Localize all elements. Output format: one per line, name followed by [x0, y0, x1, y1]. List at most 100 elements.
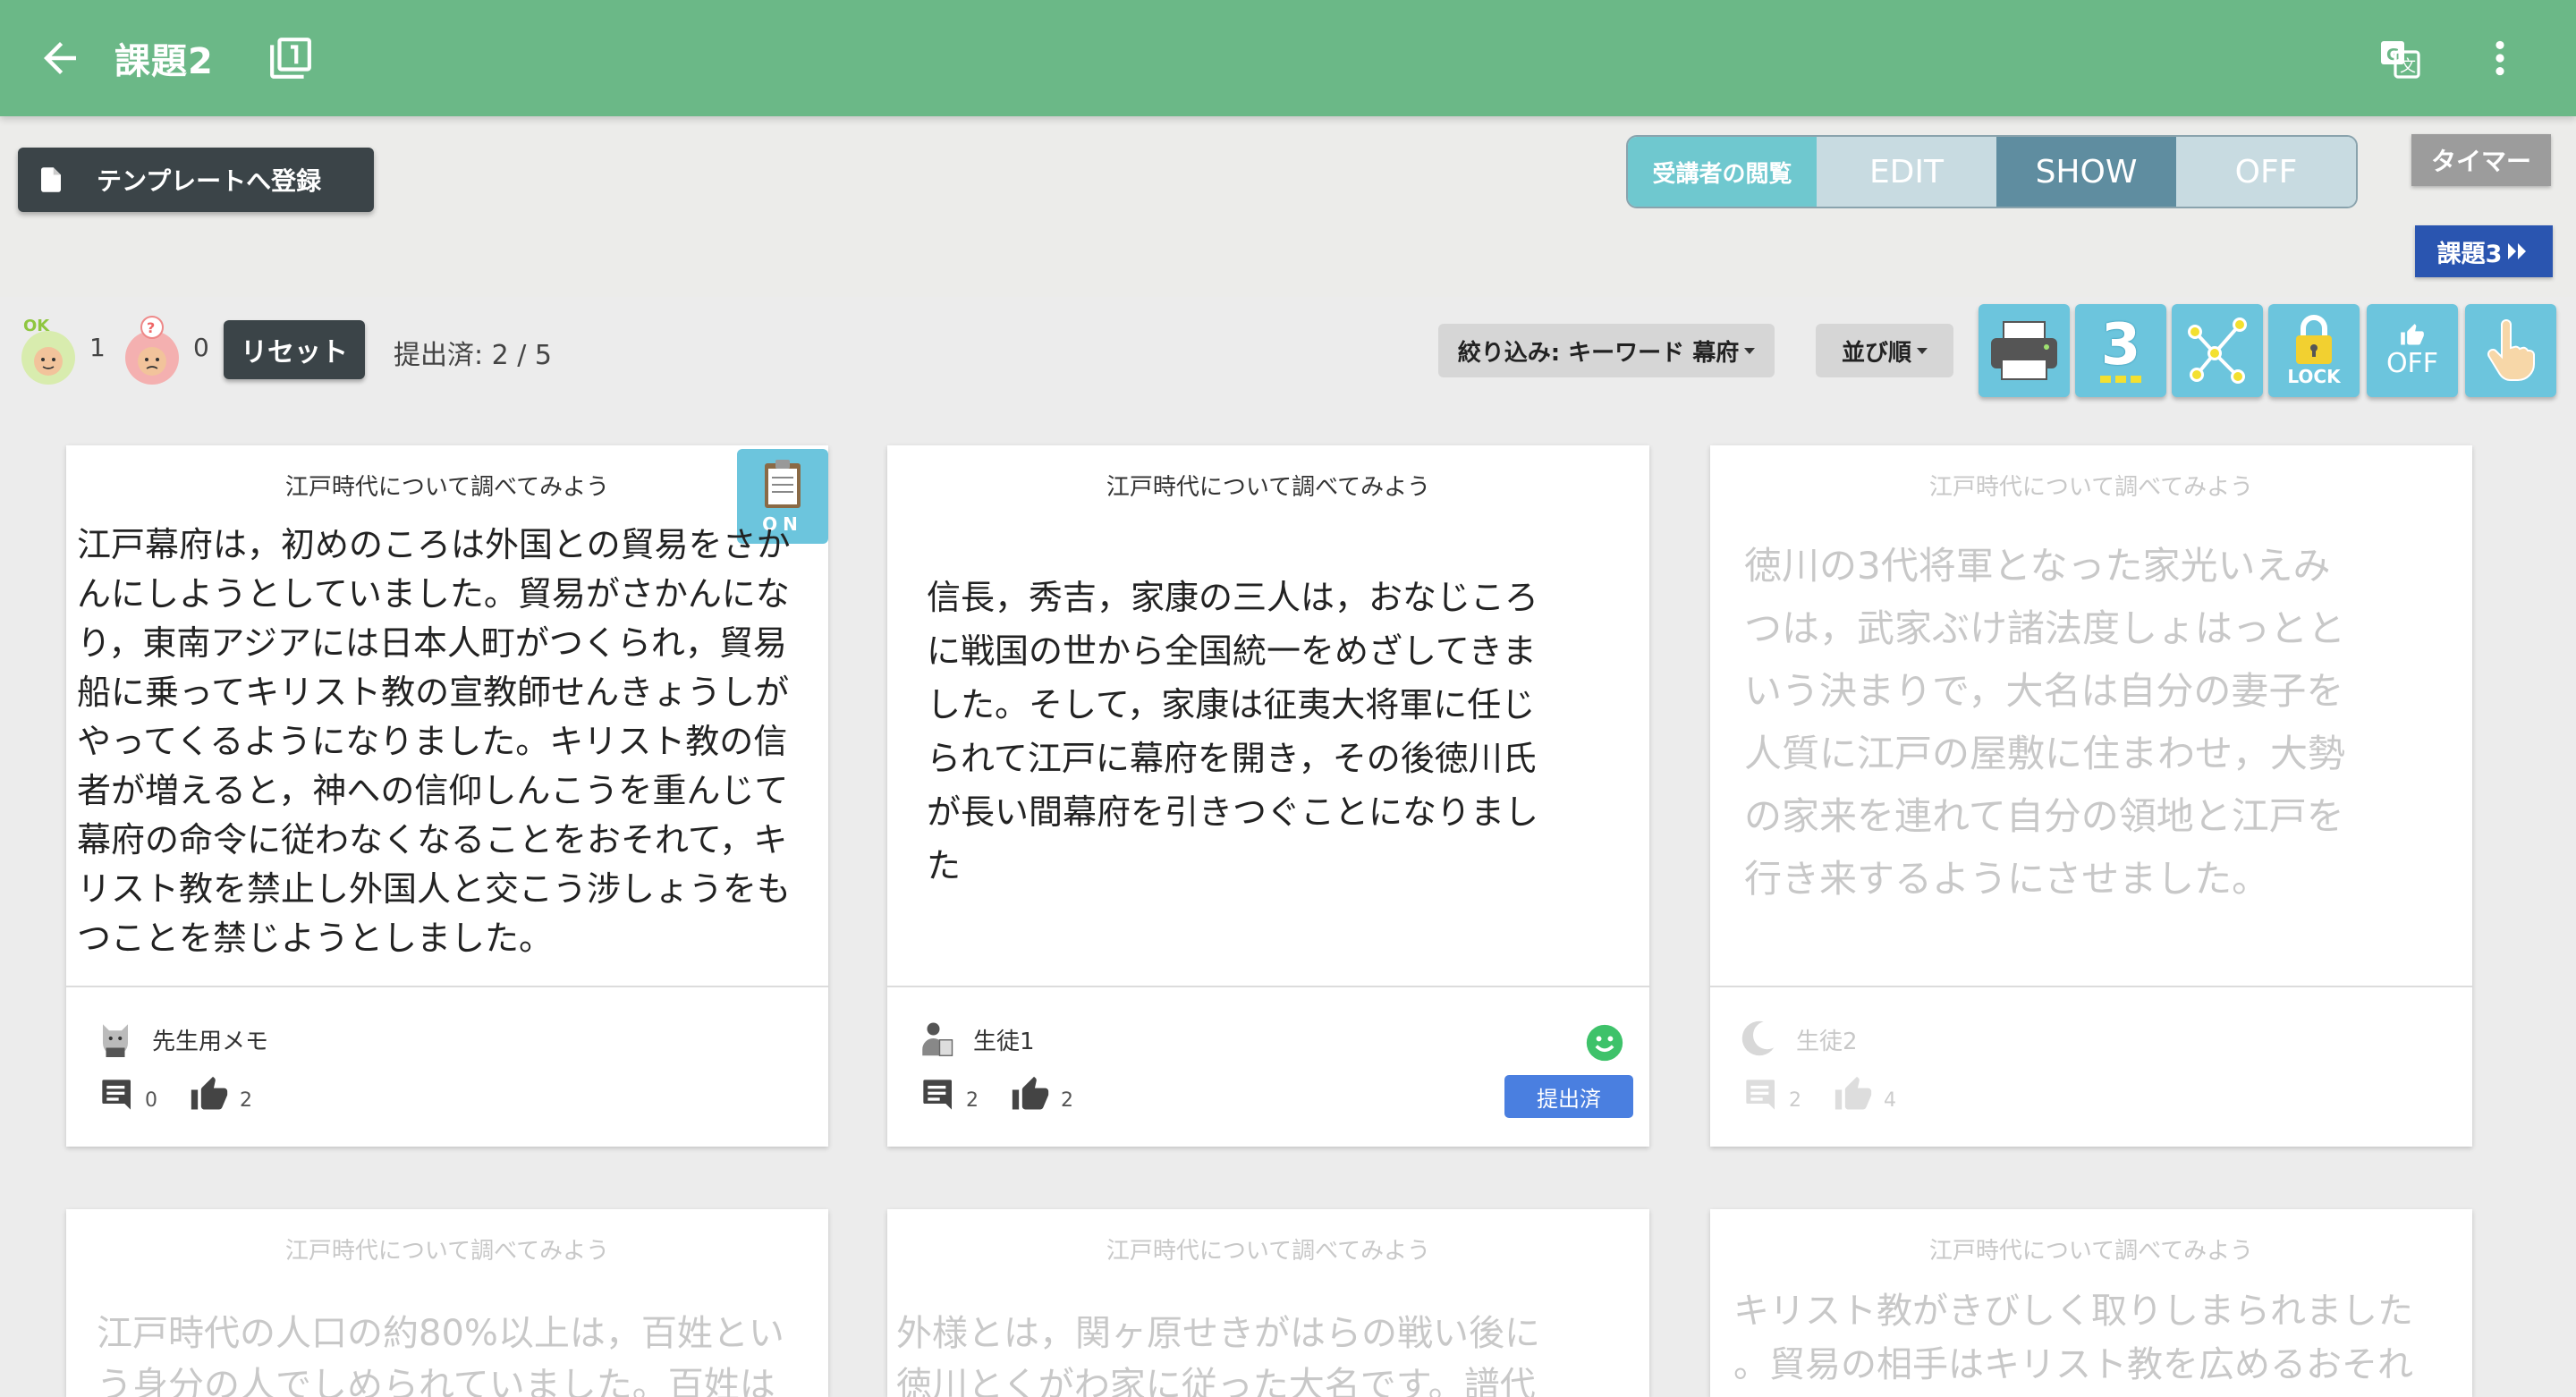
back-arrow-icon[interactable]: [36, 34, 84, 82]
like-count: 2: [240, 1089, 252, 1112]
card-title: 江戸時代について調べてみよう: [1928, 474, 2254, 501]
comment-icon[interactable]: [98, 1077, 136, 1113]
card-body-line: 信長，秀吉，家康の三人は，おなじころ: [927, 578, 1539, 617]
answer-card-2[interactable]: 江戸時代について調べてみよう 信長，秀吉，家康の三人は，おなじころ に戦国の世か…: [887, 445, 1649, 1147]
card-body-line: 者が増えると，神への信仰しんこうを重んじて: [77, 771, 789, 810]
card-title: 江戸時代について調べてみよう: [1106, 1238, 1431, 1265]
answer-card-3[interactable]: 江戸時代について調べてみよう 徳川の3代将軍となった家光いえみ つは，武家ぶけ諸…: [1710, 445, 2472, 1147]
card-body-line: 徳川とくがわ家に従った大名です。譜代: [896, 1365, 1536, 1397]
more-vert-icon[interactable]: [2487, 36, 2513, 80]
smile-icon: [1586, 1024, 1623, 1062]
card-body-line: に戦国の世から全国統一をめざしてきま: [927, 631, 1537, 671]
card-body-line: んにしようとしていました。貿易がさかんにな: [77, 574, 790, 614]
student-view-toggle: 受講者の閲覧 EDIT SHOW OFF: [1626, 135, 2358, 208]
like-toggle-button[interactable]: OFF: [2367, 304, 2458, 397]
app-bar: 課題2 G 文: [0, 0, 2576, 116]
card-body-line: 船に乗ってキリスト教の宣教師せんきょうしが: [77, 673, 790, 712]
network-icon: [2188, 318, 2247, 384]
card-body-line: 江戸幕府は，初めのころは外国との貿易をさか: [77, 525, 791, 564]
card-body: 徳川の3代将軍となった家光いえみ つは，武家ぶけ諸法度しょはっとと いう決まりで…: [1744, 535, 2469, 910]
page-title: 課題2: [114, 41, 214, 82]
card-body-line: やってくるようになりました。キリスト教の信: [77, 722, 788, 761]
like-count: 2: [1061, 1089, 1073, 1112]
question-face-icon[interactable]: ?: [118, 315, 186, 386]
timer-button[interactable]: タイマー: [2411, 134, 2551, 186]
card-body-line: 行き来するようにさせました。: [1744, 857, 2270, 901]
lock-button[interactable]: LOCK: [2268, 304, 2360, 397]
card-body-line: 幕府の命令に従わなくなることをおそれて，キ: [77, 820, 788, 859]
card-title: 江戸時代について調べてみよう: [1928, 1238, 2254, 1265]
document-icon: [41, 167, 61, 192]
card-body: 江戸幕府は，初めのころは外国との貿易をさか んにしようとしていました。貿易がさか…: [77, 521, 819, 963]
student-view-label: 受講者の閲覧: [1628, 137, 1817, 207]
answer-card-5[interactable]: 江戸時代について調べてみよう 外様とは，関ヶ原せきがはらの戦い後に 徳川とくがわ…: [887, 1209, 1649, 1397]
caret-down-icon: [1917, 347, 1928, 354]
like-toggle-label: OFF: [2385, 347, 2439, 379]
network-button[interactable]: [2172, 304, 2263, 397]
svg-text:文: 文: [2400, 57, 2416, 76]
view-option-edit[interactable]: EDIT: [1816, 137, 1996, 207]
register-template-label: テンプレートへ登録: [97, 166, 322, 196]
cat-avatar-icon: [103, 1024, 128, 1057]
card-body-line: り，東南アジアには日本人町がつくられ，貿易: [77, 623, 787, 663]
printer-icon: [1991, 321, 2057, 380]
card-body: キリスト教がきびしく取りしまられました 。貿易の相手はキリスト教を広めるおそれ: [1733, 1284, 2467, 1392]
ok-face-icon[interactable]: OK: [16, 315, 80, 386]
thumbs-up-icon[interactable]: [1832, 1075, 1875, 1114]
card-body-line: 江戸時代の人口の約80%以上は，百姓とい: [97, 1313, 784, 1354]
comment-count: 0: [145, 1089, 157, 1112]
svg-text:G: G: [2386, 46, 2400, 64]
thumbs-up-icon[interactable]: [188, 1075, 231, 1114]
comment-count: 2: [1789, 1089, 1801, 1112]
number-display-button[interactable]: 3: [2075, 304, 2166, 397]
lock-icon: [2296, 315, 2332, 364]
student-avatar-icon: [922, 1022, 953, 1056]
answer-card-4[interactable]: 江戸時代について調べてみよう 江戸時代の人口の約80%以上は，百姓とい う身分の…: [66, 1209, 828, 1397]
card-body-line: う身分の人でしめられていました。百姓は: [97, 1365, 775, 1397]
card-title: 江戸時代について調べてみよう: [284, 474, 610, 501]
card-body-line: の家来を連れて自分の領地と江戸を: [1744, 794, 2344, 838]
next-task-label: 課題3: [2436, 240, 2503, 268]
card-title: 江戸時代について調べてみよう: [1106, 474, 1431, 501]
card-divider: [887, 986, 1649, 987]
sort-dropdown[interactable]: 並び順: [1816, 324, 1953, 377]
question-count: 0: [193, 333, 209, 362]
hand-pointer-icon: [2487, 319, 2535, 381]
card-body-line: 外様とは，関ヶ原せきがはらの戦い後に: [896, 1313, 1540, 1354]
card-body-line: キリスト教がきびしく取りしまられました: [1733, 1291, 2413, 1332]
view-option-off[interactable]: OFF: [2176, 137, 2356, 207]
card-body: 信長，秀吉，家康の三人は，おなじころ に戦国の世から全国統一をめざしてきま した…: [927, 571, 1642, 893]
card-body-line: 。貿易の相手はキリスト教を広めるおそれ: [1733, 1344, 2413, 1385]
lock-label: LOCK: [2287, 366, 2341, 387]
reset-button[interactable]: リセット: [224, 320, 365, 379]
ok-count: 1: [89, 333, 106, 362]
card-divider: [66, 986, 828, 987]
filter-1-icon[interactable]: [268, 36, 313, 80]
submitted-count: 提出済: 2 / 5: [394, 340, 552, 371]
moon-avatar-icon: [1741, 1020, 1778, 1056]
translate-icon[interactable]: G 文: [2379, 38, 2422, 80]
comment-icon[interactable]: [1742, 1077, 1780, 1113]
card-body-line: た: [927, 846, 962, 885]
double-chevron-right-icon: [2508, 243, 2527, 259]
answer-card-6[interactable]: 江戸時代について調べてみよう キリスト教がきびしく取りしまられました 。貿易の相…: [1710, 1209, 2472, 1397]
print-button[interactable]: [1979, 304, 2070, 397]
card-body-line: つは，武家ぶけ諸法度しょはっとと: [1744, 606, 2346, 650]
answer-card-1[interactable]: 江戸時代について調べてみよう ON 江戸幕府は，初めのころは外国との貿易をさか …: [66, 445, 828, 1147]
card-body-line: した。そして，家康は征夷大将軍に任じ: [927, 685, 1536, 724]
view-option-show[interactable]: SHOW: [1996, 137, 2176, 207]
thumbs-up-icon[interactable]: [1009, 1075, 1052, 1114]
sort-label: 並び順: [1841, 339, 1911, 367]
svg-text:OK: OK: [23, 317, 50, 335]
card-body-line: リスト教を禁止し外国人と交こう涉しょうをも: [77, 869, 792, 909]
filter-dropdown[interactable]: 絞り込み: キーワード 幕府: [1438, 324, 1775, 377]
register-template-button[interactable]: テンプレートへ登録: [18, 148, 374, 212]
submitted-status-badge: 提出済: [1504, 1075, 1633, 1118]
comment-icon[interactable]: [919, 1077, 957, 1113]
dots-icon: [2100, 376, 2141, 383]
pointer-button[interactable]: [2465, 304, 2556, 397]
caret-down-icon: [1744, 347, 1756, 354]
card-body-line: いう決まりで，大名は自分の妻子を: [1744, 669, 2344, 713]
card-body-line: 徳川の3代将軍となった家光いえみ: [1744, 544, 2331, 588]
next-task-button[interactable]: 課題3: [2415, 225, 2553, 277]
